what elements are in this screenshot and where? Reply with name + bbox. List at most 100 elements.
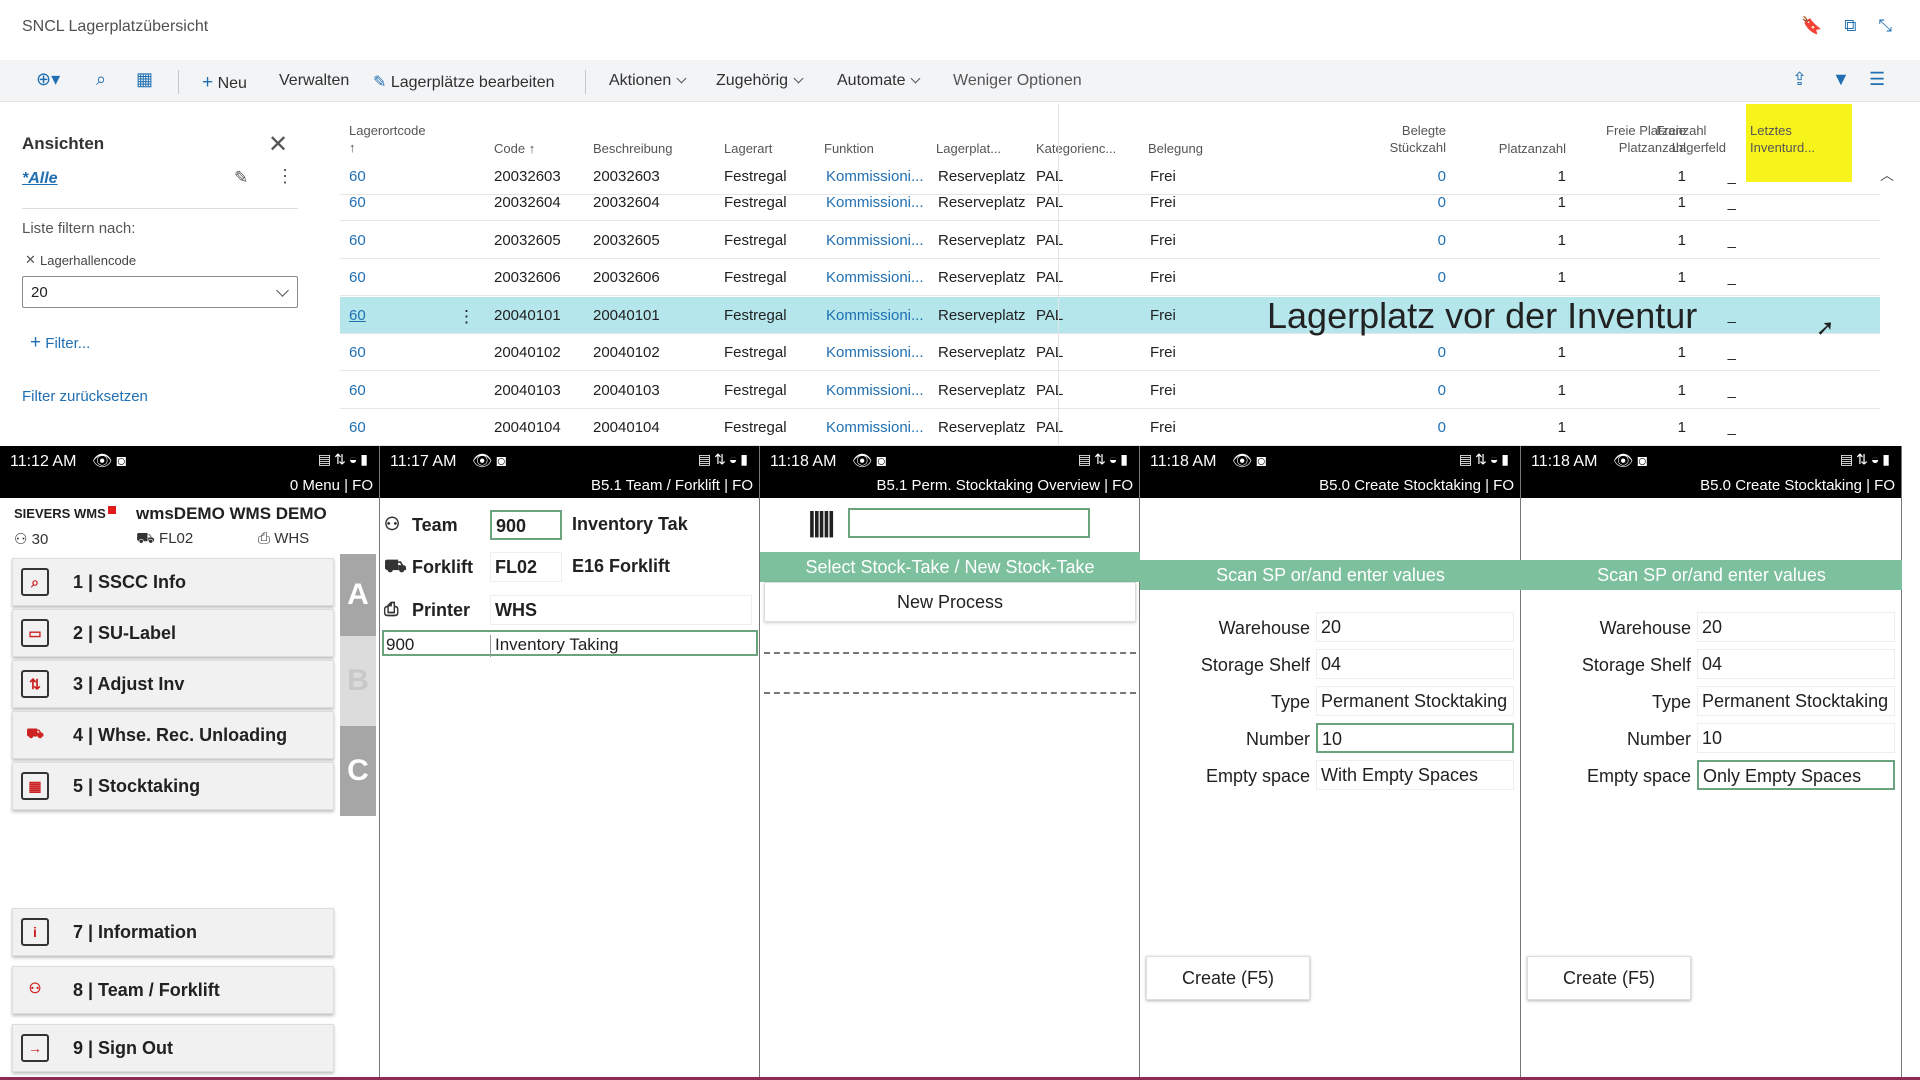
tab-b[interactable]: B bbox=[340, 640, 376, 722]
table-row[interactable]: 60 20032606 20032606 Festregal Kommissioni..… bbox=[340, 259, 1880, 296]
function-cell[interactable]: Kommissioni... bbox=[826, 419, 932, 436]
menu-sign-out[interactable]: → 9 | Sign Out bbox=[12, 1024, 334, 1072]
tab-a[interactable]: A bbox=[340, 554, 376, 636]
column-divider bbox=[1058, 104, 1059, 446]
type-field[interactable]: Permanent Stocktaking bbox=[1316, 686, 1514, 716]
menu-team-forklift[interactable]: ⚇ 8 | Team / Forklift bbox=[12, 966, 334, 1014]
menu-label: 4 | Whse. Rec. Unloading bbox=[73, 725, 288, 745]
header-text: Lagerortcode bbox=[349, 123, 426, 138]
table-row[interactable]: 60 20032605 20032605 Festregal Kommissioni..… bbox=[340, 222, 1880, 259]
menu-stocktaking[interactable]: ▦ 5 | Stocktaking bbox=[12, 762, 334, 810]
pages-icon[interactable]: ⊕▾ bbox=[36, 69, 60, 90]
scan-input[interactable] bbox=[848, 508, 1090, 538]
function-cell[interactable]: Kommissioni... bbox=[826, 168, 932, 185]
team-list-row[interactable]: 900 Inventory Taking bbox=[382, 630, 758, 657]
function-cell[interactable]: Kommissioni... bbox=[826, 232, 932, 249]
actions-menu[interactable]: Aktionen bbox=[609, 72, 687, 90]
empty-space-field[interactable]: With Empty Spaces bbox=[1316, 760, 1514, 790]
table-row[interactable]: 60 20040104 20040104 Festregal Kommissioni..… bbox=[340, 409, 1880, 446]
shelf-field[interactable]: 04 bbox=[1316, 649, 1514, 679]
number-field[interactable]: 10 bbox=[1316, 723, 1514, 753]
function-cell[interactable]: Kommissioni... bbox=[826, 344, 932, 361]
list-view-icon[interactable]: ☰ bbox=[1869, 69, 1885, 90]
filter-icon[interactable]: ▼ bbox=[1832, 69, 1850, 90]
menu-information[interactable]: i 7 | Information bbox=[12, 908, 334, 956]
location-cell[interactable]: 60 bbox=[349, 419, 366, 436]
filter-value-select[interactable]: 20 bbox=[22, 276, 298, 308]
more-options-icon[interactable]: ⋮ bbox=[276, 166, 294, 187]
menu-sscc-info[interactable]: ⌕ 1 | SSCC Info bbox=[12, 558, 334, 606]
warehouse-field[interactable]: 20 bbox=[1697, 612, 1895, 642]
create-button[interactable]: Create (F5) bbox=[1146, 956, 1310, 1000]
function-cell[interactable]: Kommissioni... bbox=[826, 194, 932, 211]
location-cell[interactable]: 60 bbox=[349, 194, 366, 211]
create-button[interactable]: Create (F5) bbox=[1527, 956, 1691, 1000]
share-icon[interactable]: ⇪ bbox=[1792, 69, 1807, 90]
location-cell[interactable]: 60 bbox=[349, 344, 366, 361]
location-cell[interactable]: 60 bbox=[349, 269, 366, 286]
team-input[interactable]: 900 bbox=[490, 510, 562, 540]
location-cell[interactable]: 60 bbox=[349, 232, 366, 249]
table-row[interactable]: 60 20040103 20040103 Festregal Kommissioni..… bbox=[340, 372, 1880, 409]
related-menu[interactable]: Zugehörig bbox=[716, 72, 804, 90]
type-label: Type bbox=[1270, 692, 1310, 712]
add-filter-link[interactable]: + Filter... bbox=[30, 332, 90, 354]
handheld-menu-screen: 11:12 AM 👁◙ ▤⇅◒▮ 0 Menu | FO SIEVERS WMS… bbox=[0, 446, 380, 1080]
team-icon: ⚇ bbox=[14, 531, 28, 548]
printer-input[interactable]: WHS bbox=[490, 595, 752, 625]
save-view-icon[interactable]: ✎ bbox=[234, 168, 248, 188]
empty-space-field[interactable]: Only Empty Spaces bbox=[1697, 760, 1895, 790]
bookmark-icon[interactable]: 🔖 bbox=[1801, 16, 1822, 36]
warehouse-field[interactable]: 20 bbox=[1316, 612, 1514, 642]
manage-button[interactable]: Verwalten bbox=[279, 72, 349, 90]
count-cell: 1 bbox=[1557, 419, 1566, 436]
location-cell[interactable]: 60 bbox=[349, 382, 366, 399]
forklift-input[interactable]: FL02 bbox=[490, 552, 562, 582]
function-cell[interactable]: Kommissioni... bbox=[826, 307, 932, 324]
code-cell: 20032603 bbox=[494, 168, 561, 185]
function-cell[interactable]: Kommissioni... bbox=[826, 269, 932, 286]
sign-out-icon: → bbox=[21, 1034, 49, 1062]
occupancy-cell: Frei bbox=[1150, 381, 1176, 399]
table-row[interactable]: 60 20032604 20032604 Festregal Kommissioni..… bbox=[340, 184, 1880, 221]
menu-adjust-inv[interactable]: ⇅ 3 | Adjust Inv bbox=[12, 660, 334, 708]
edit-bins-button[interactable]: ✎ Lagerplätze bearbeiten bbox=[373, 72, 555, 92]
number-field[interactable]: 10 bbox=[1697, 723, 1895, 753]
row-menu-icon[interactable]: ⋮ bbox=[458, 307, 475, 327]
location-cell[interactable]: 60 bbox=[349, 168, 366, 185]
open-new-window-icon[interactable]: ⧉ bbox=[1844, 16, 1856, 36]
fewer-options-button[interactable]: Weniger Optionen bbox=[953, 72, 1082, 90]
new-button[interactable]: + Neu bbox=[202, 72, 247, 94]
location-cell[interactable]: 60 bbox=[349, 307, 366, 324]
search-icon[interactable]: ⌕ bbox=[96, 69, 106, 90]
remove-filter-icon[interactable]: ✕ bbox=[25, 252, 36, 268]
reset-filter-link[interactable]: Filter zurücksetzen bbox=[22, 388, 148, 405]
scroll-up-icon[interactable]: ︿ bbox=[1877, 165, 1897, 185]
automate-menu[interactable]: Automate bbox=[837, 72, 921, 90]
code-cell: 20040101 bbox=[494, 306, 561, 324]
menu-su-label[interactable]: ▭ 2 | SU-Label bbox=[12, 609, 334, 657]
divider bbox=[764, 692, 1136, 694]
close-icon[interactable]: ✕ bbox=[268, 130, 288, 159]
truck-icon: ⛟ bbox=[26, 725, 44, 741]
filter-by-label: Liste filtern nach: bbox=[22, 220, 136, 237]
code-cell: 20032605 bbox=[494, 231, 561, 249]
type-field[interactable]: Permanent Stocktaking bbox=[1697, 686, 1895, 716]
table-row[interactable]: 60 20040102 20040102 Festregal Kommissioni..… bbox=[340, 334, 1880, 371]
tab-c[interactable]: C bbox=[340, 726, 376, 816]
view-all-link[interactable]: *Alle bbox=[22, 170, 58, 188]
header-text: Freie Platzanzahl bbox=[1606, 123, 1707, 138]
status-icons: 👁◙ bbox=[1232, 453, 1270, 470]
function-cell[interactable]: Kommissioni... bbox=[826, 382, 932, 399]
shelf-field[interactable]: 04 bbox=[1697, 649, 1895, 679]
scrollbar[interactable]: ︿ bbox=[1877, 165, 1897, 445]
actions-label: Aktionen bbox=[609, 72, 672, 89]
menu-label: 8 | Team / Forklift bbox=[73, 980, 220, 1000]
menu-receipt-unloading[interactable]: ⛟ 4 | Whse. Rec. Unloading bbox=[12, 711, 334, 759]
forklift-icon: ⛟ bbox=[136, 530, 155, 547]
team-icon: ⚇ bbox=[28, 980, 42, 996]
new-process-button[interactable]: New Process bbox=[764, 582, 1136, 622]
collapse-icon[interactable]: ⤡ bbox=[1878, 16, 1892, 36]
section-header: Scan SP or/and enter values bbox=[1521, 560, 1902, 590]
edit-list-icon[interactable]: ▦ bbox=[136, 69, 153, 90]
